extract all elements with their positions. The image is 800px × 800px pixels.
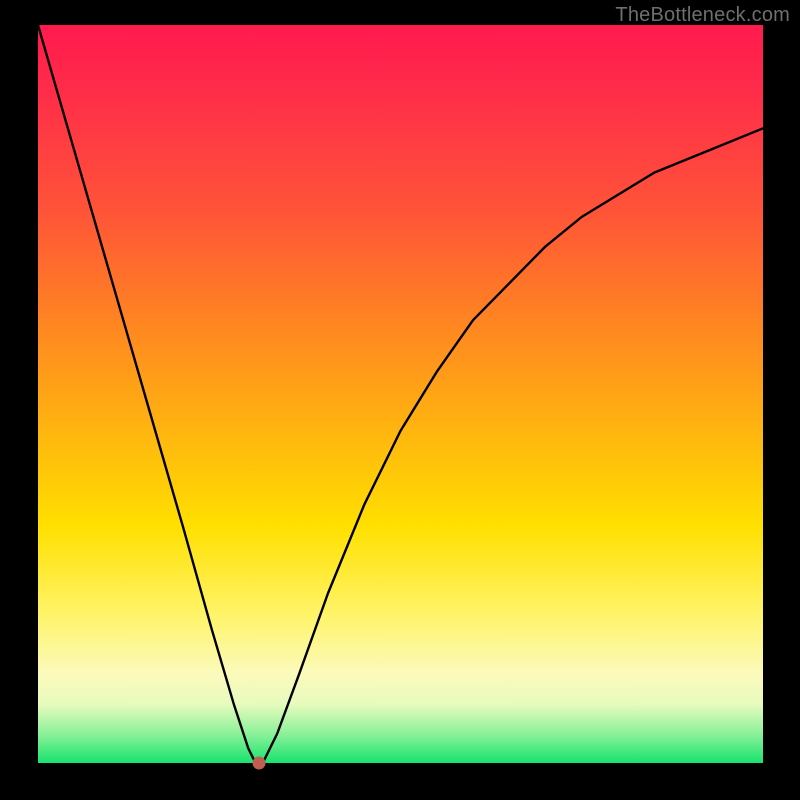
minimum-marker [253, 757, 266, 770]
bottleneck-curve [38, 25, 763, 763]
frame: TheBottleneck.com [0, 0, 800, 800]
curve-svg [38, 25, 763, 763]
watermark-text: TheBottleneck.com [615, 4, 790, 27]
plot-area [38, 25, 763, 763]
